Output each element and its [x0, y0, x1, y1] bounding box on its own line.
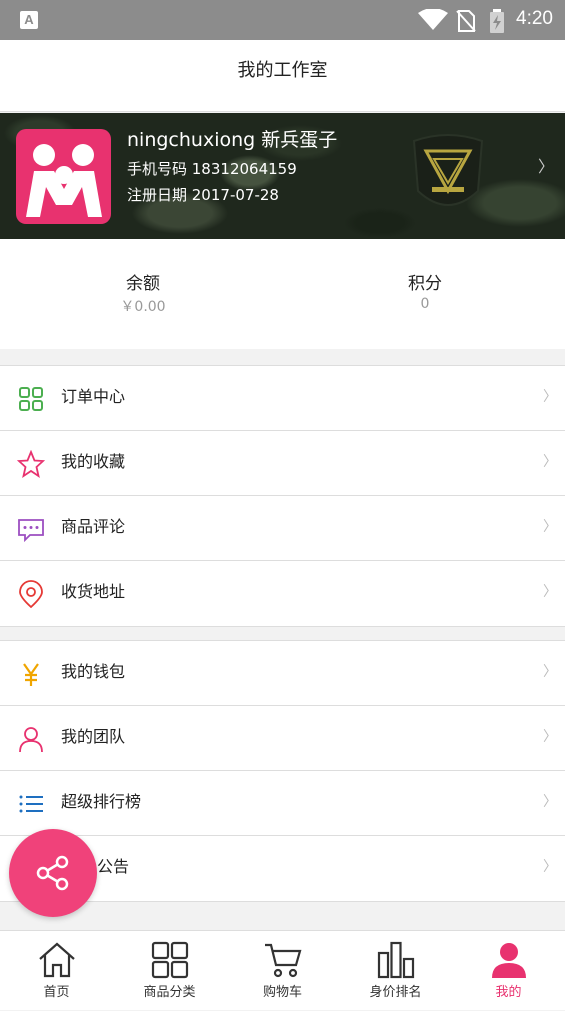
menu-item-orders[interactable]: 订单中心 〉: [0, 366, 565, 431]
chevron-right-icon: 〉: [543, 664, 557, 680]
chevron-right-icon: 〉: [543, 859, 557, 875]
grid-icon: [19, 387, 43, 411]
location-icon: [19, 580, 43, 608]
balance-value: ￥0.00: [120, 299, 166, 315]
profile-phone: 手机号码 18312064159: [127, 160, 297, 178]
comment-icon: [18, 519, 44, 543]
menu-label: 收货地址: [61, 582, 126, 601]
profile-register-date: 注册日期 2017-07-28: [127, 186, 279, 204]
chevron-right-icon: 〉: [543, 389, 557, 405]
tab-categories[interactable]: 商品分类: [113, 931, 226, 1011]
stats-panel: 余额 ￥0.00 积分 0: [0, 239, 565, 349]
tab-home[interactable]: 首页: [0, 931, 113, 1011]
tab-cart[interactable]: 购物车: [226, 931, 339, 1011]
category-icon: [151, 941, 189, 979]
chevron-right-icon: 〉: [543, 729, 557, 745]
tab-label: 身价排名: [369, 985, 422, 1000]
user-icon: [19, 727, 43, 753]
menu-label: 商品评论: [61, 517, 126, 536]
header: 我的工作室: [0, 40, 565, 112]
page-title: 我的工作室: [237, 60, 328, 81]
tab-label: 购物车: [262, 985, 302, 1000]
ranking-icon: [377, 941, 415, 979]
points-stat[interactable]: 积分 0: [325, 269, 525, 312]
balance-stat[interactable]: 余额 ￥0.00: [43, 269, 243, 316]
tab-ranking[interactable]: 身价排名: [339, 931, 452, 1011]
menu-item-favorites[interactable]: 我的收藏 〉: [0, 431, 565, 496]
points-label: 积分: [408, 274, 442, 294]
menu-label: 公告: [97, 857, 130, 876]
chevron-right-icon: 〉: [543, 519, 557, 535]
rank-emblem-icon: [412, 134, 484, 206]
menu-group-orders: 订单中心 〉 我的收藏 〉 商品评论 〉 收货地址 〉: [0, 365, 565, 627]
tab-label: 首页: [43, 985, 70, 1000]
points-value: 0: [420, 296, 430, 312]
no-sim-icon: [456, 10, 476, 32]
tab-label: 我的: [495, 985, 522, 1000]
menu-item-team[interactable]: 我的团队 〉: [0, 706, 565, 771]
cart-icon: [265, 943, 302, 978]
profile-card[interactable]: ningchuxiong 新兵蛋子 手机号码 18312064159 注册日期 …: [0, 113, 565, 239]
list-icon: [19, 795, 43, 813]
notification-icon: A: [20, 11, 38, 29]
profile-chevron-icon: 〉: [538, 157, 555, 176]
wifi-icon: [418, 9, 448, 30]
yen-icon: [23, 663, 39, 686]
battery-charging-icon: [490, 9, 504, 33]
profile-name: ningchuxiong 新兵蛋子: [127, 129, 338, 151]
avatar[interactable]: [16, 129, 111, 224]
menu-label: 我的收藏: [61, 452, 126, 471]
user-filled-icon: [492, 943, 526, 978]
share-icon: [36, 855, 69, 891]
share-button[interactable]: [9, 829, 97, 917]
home-icon: [39, 942, 75, 978]
tab-mine[interactable]: 我的: [452, 931, 565, 1011]
star-icon: [17, 450, 45, 478]
menu-item-leaderboard[interactable]: 超级排行榜 〉: [0, 771, 565, 836]
menu-label: 订单中心: [61, 387, 126, 406]
menu-item-address[interactable]: 收货地址 〉: [0, 561, 565, 626]
menu-label: 我的团队: [61, 727, 126, 746]
menu-label: 我的钱包: [61, 662, 126, 681]
chevron-right-icon: 〉: [543, 454, 557, 470]
chevron-right-icon: 〉: [543, 794, 557, 810]
team-logo-icon: [26, 144, 102, 217]
tab-label: 商品分类: [143, 985, 196, 1000]
menu-item-wallet[interactable]: 我的钱包 〉: [0, 641, 565, 706]
chevron-right-icon: 〉: [543, 584, 557, 600]
status-time: 4:20: [516, 8, 553, 29]
menu-item-reviews[interactable]: 商品评论 〉: [0, 496, 565, 561]
menu-label: 超级排行榜: [61, 792, 142, 811]
status-bar: A 4:20: [0, 0, 565, 40]
bottom-tab-bar: 首页 商品分类 购物车 身价排名 我的: [0, 930, 565, 1010]
balance-label: 余额: [126, 274, 160, 294]
